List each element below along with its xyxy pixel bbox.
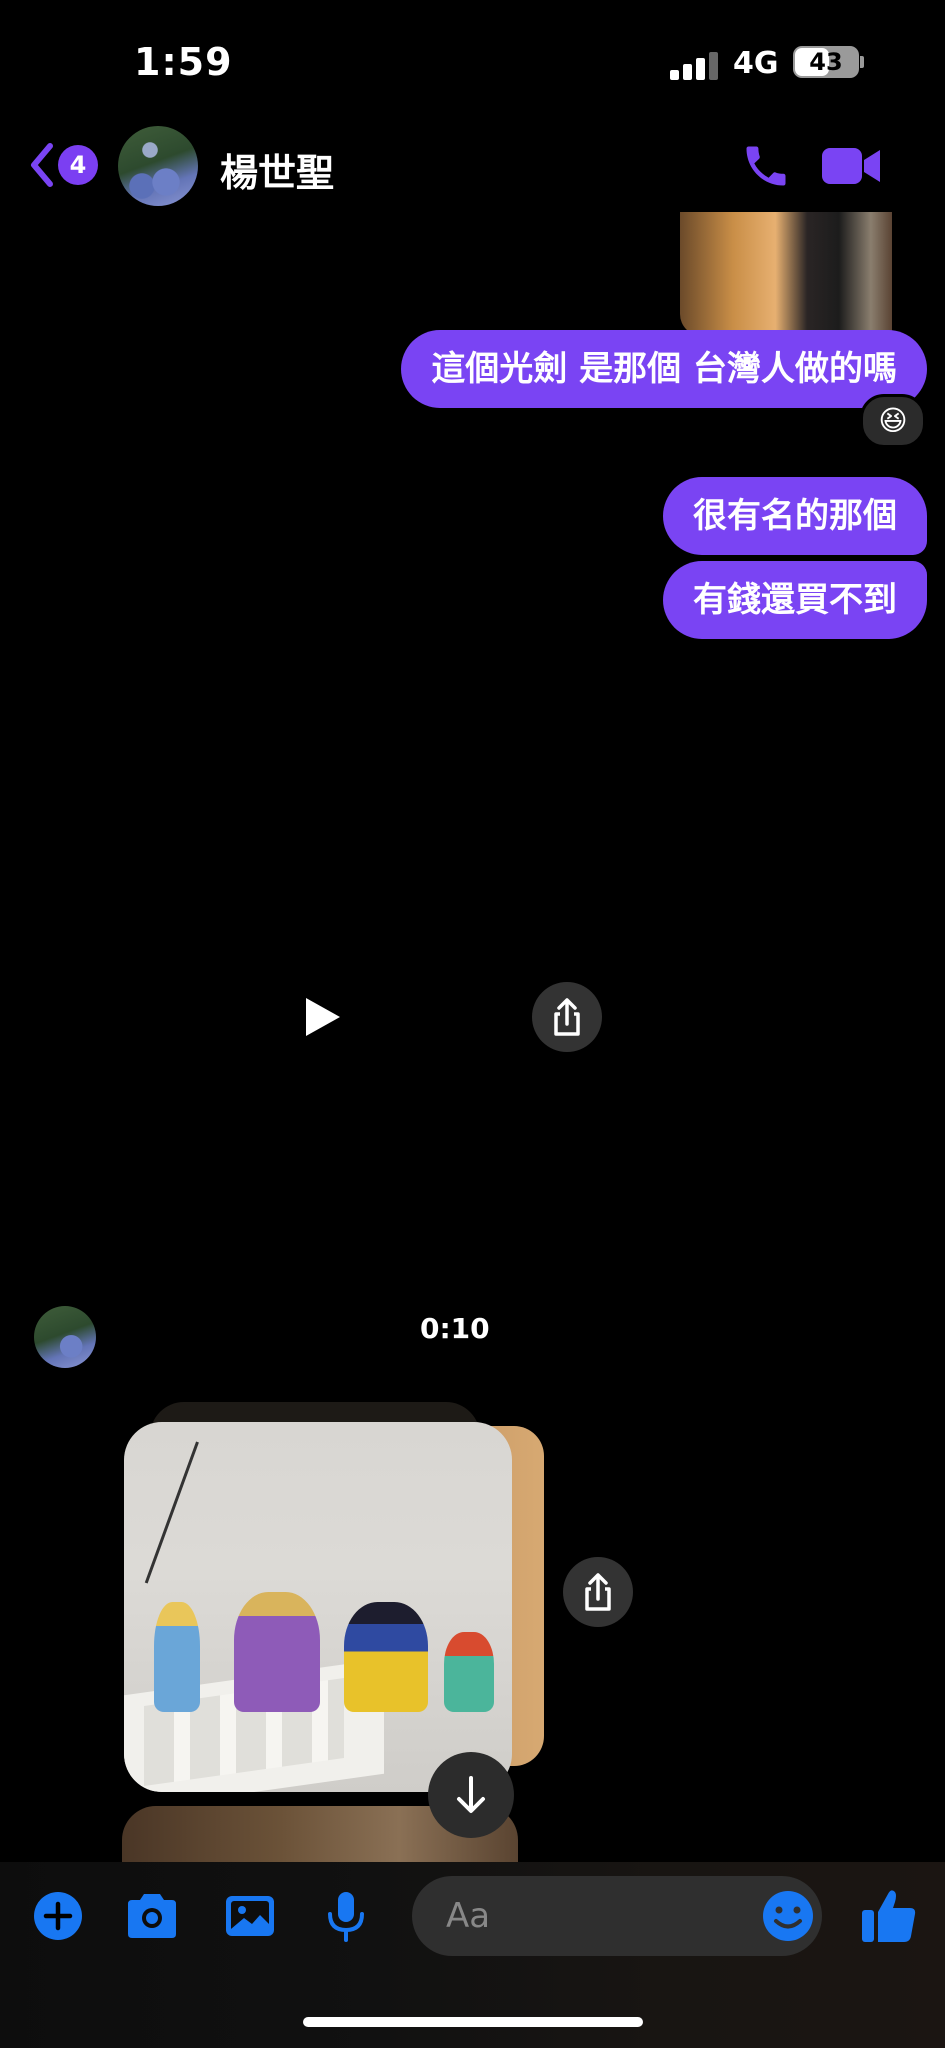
arrow-down-icon — [457, 1776, 485, 1813]
voice-call-button[interactable] — [740, 140, 792, 192]
message-input[interactable]: Aa — [412, 1876, 822, 1956]
share-icon — [585, 1573, 611, 1611]
camera-button[interactable] — [124, 1888, 180, 1944]
back-chevron-icon — [31, 143, 53, 187]
back-button[interactable]: 4 — [26, 140, 102, 190]
status-time: 1:59 — [134, 40, 233, 84]
plus-icon — [34, 1892, 82, 1940]
scroll-to-bottom-button[interactable] — [428, 1752, 514, 1838]
emoji-icon — [763, 1891, 813, 1941]
sent-message[interactable]: 這個光劍 是那個 台灣人做的嗎 — [401, 330, 927, 408]
home-indicator[interactable] — [303, 2017, 643, 2027]
share-icon — [554, 998, 580, 1036]
play-button[interactable] — [300, 994, 346, 1040]
message-input-placeholder: Aa — [446, 1896, 491, 1936]
camera-icon — [128, 1894, 176, 1938]
sender-avatar[interactable] — [34, 1306, 96, 1368]
battery-icon: 43 — [793, 46, 859, 78]
gallery-button[interactable] — [222, 1888, 278, 1944]
thumbs-up-icon — [862, 1890, 916, 1942]
voice-message-button[interactable] — [318, 1888, 374, 1944]
video-camera-icon — [822, 148, 880, 184]
network-type: 4G — [733, 46, 779, 81]
contact-avatar[interactable] — [118, 126, 198, 206]
image-icon — [226, 1896, 274, 1936]
more-actions-button[interactable] — [30, 1888, 86, 1944]
video-duration: 0:10 — [420, 1312, 490, 1345]
battery-nub — [860, 56, 864, 68]
photo-album-message[interactable] — [124, 1422, 512, 1792]
unread-count-badge: 4 — [58, 145, 98, 185]
phone-icon — [746, 146, 786, 186]
battery-level: 43 — [809, 48, 843, 76]
play-icon — [306, 998, 340, 1036]
share-button[interactable] — [563, 1557, 633, 1627]
microphone-icon — [328, 1892, 364, 1942]
video-call-button[interactable] — [820, 142, 882, 190]
sent-message[interactable]: 很有名的那個 — [663, 477, 927, 555]
message-reaction[interactable]: 😆 — [860, 394, 926, 448]
contact-name[interactable]: 楊世聖 — [220, 142, 334, 197]
emoji-button[interactable] — [758, 1886, 818, 1946]
sent-message[interactable]: 有錢還買不到 — [663, 561, 927, 639]
shared-photo-thumbnail[interactable] — [680, 212, 892, 336]
like-button[interactable] — [858, 1884, 920, 1946]
signal-strength-icon — [670, 50, 720, 80]
share-button[interactable] — [532, 982, 602, 1052]
